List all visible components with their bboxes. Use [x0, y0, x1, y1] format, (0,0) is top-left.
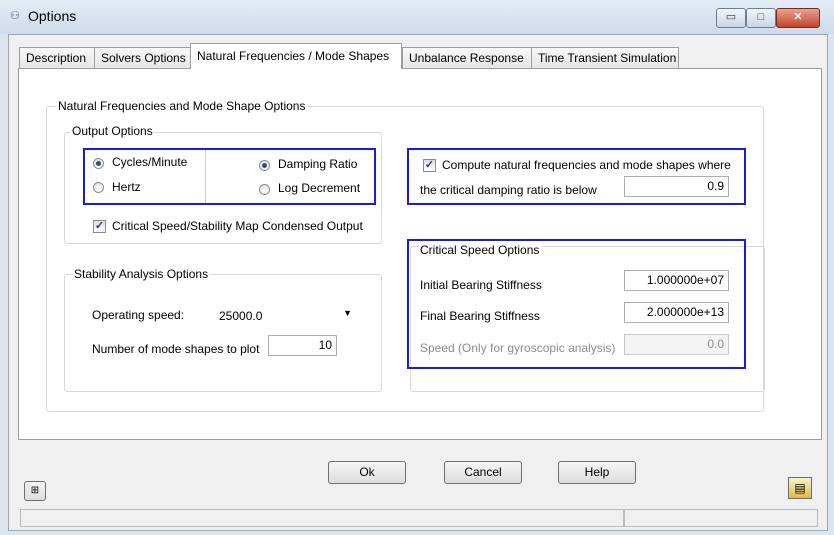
hertz-label: Hertz [112, 180, 141, 194]
operating-speed-label: Operating speed: [92, 308, 185, 322]
ok-button[interactable]: Ok [328, 461, 406, 484]
operating-speed-value: 25000.0 [219, 309, 263, 323]
final-bearing-stiffness-label: Final Bearing Stiffness [420, 309, 540, 323]
dropdown-arrow-icon[interactable]: ▼ [343, 308, 352, 318]
title-bar[interactable]: ⚇ Options ▭ □ ✕ [0, 0, 834, 34]
minimize-button[interactable]: ▭ [716, 8, 746, 28]
hertz-radio[interactable] [93, 182, 104, 193]
log-decrement-label: Log Decrement [278, 181, 361, 195]
help-button[interactable]: Help [558, 461, 636, 484]
natural-frequencies-group-title: Natural Frequencies and Mode Shape Optio… [56, 99, 308, 113]
stability-analysis-group [64, 274, 382, 392]
gyroscopic-speed-input: 0.0 [624, 334, 729, 355]
damping-ratio-radio[interactable] [259, 160, 270, 171]
radio-divider [205, 150, 206, 203]
final-bearing-stiffness-input[interactable]: 2.000000e+13 [624, 302, 729, 323]
log-decrement-radio[interactable] [259, 184, 270, 195]
condensed-output-label: Critical Speed/Stability Map Condensed O… [112, 219, 363, 233]
initial-bearing-stiffness-label: Initial Bearing Stiffness [420, 278, 542, 292]
close-button[interactable]: ✕ [776, 8, 820, 28]
status-bar-left [20, 509, 624, 527]
condensed-output-checkbox[interactable]: ✓ [93, 220, 106, 233]
paste-icon[interactable]: ▤ [788, 477, 812, 499]
maximize-button[interactable]: □ [746, 8, 776, 28]
stability-analysis-title: Stability Analysis Options [72, 267, 211, 281]
compute-checkbox[interactable]: ✓ [423, 159, 436, 172]
gyroscopic-speed-label: Speed (Only for gyroscopic analysis) [420, 341, 616, 355]
damping-ratio-threshold-input[interactable]: 0.9 [624, 176, 729, 197]
tab-solvers-options[interactable]: Solvers Options [94, 47, 191, 68]
initial-bearing-stiffness-input[interactable]: 1.000000e+07 [624, 270, 729, 291]
cycles-minute-radio[interactable] [93, 158, 104, 169]
tab-natural-frequencies[interactable]: Natural Frequencies / Mode Shapes [190, 43, 402, 69]
tab-description[interactable]: Description [19, 47, 95, 68]
critical-speed-title: Critical Speed Options [418, 243, 542, 257]
cancel-button[interactable]: Cancel [444, 461, 522, 484]
compute-checkbox-label: Compute natural frequencies and mode sha… [442, 158, 731, 172]
mode-shapes-input[interactable]: 10 [268, 335, 337, 356]
output-options-title: Output Options [70, 124, 155, 138]
damping-ratio-label: Damping Ratio [278, 157, 358, 171]
tab-time-transient-simulation[interactable]: Time Transient Simulation [531, 47, 679, 68]
tab-unbalance-response[interactable]: Unbalance Response [402, 47, 532, 68]
status-bar-right [624, 509, 818, 527]
pin-icon[interactable]: ⊞ [24, 481, 46, 501]
window-icon: ⚇ [10, 10, 20, 22]
cycles-minute-label: Cycles/Minute [112, 155, 188, 169]
operating-speed-select[interactable]: 25000.0 ▼ [210, 304, 359, 328]
window-title: Options [28, 8, 77, 24]
mode-shapes-label: Number of mode shapes to plot [92, 342, 260, 356]
damping-ratio-threshold-label: the critical damping ratio is below [420, 183, 597, 197]
